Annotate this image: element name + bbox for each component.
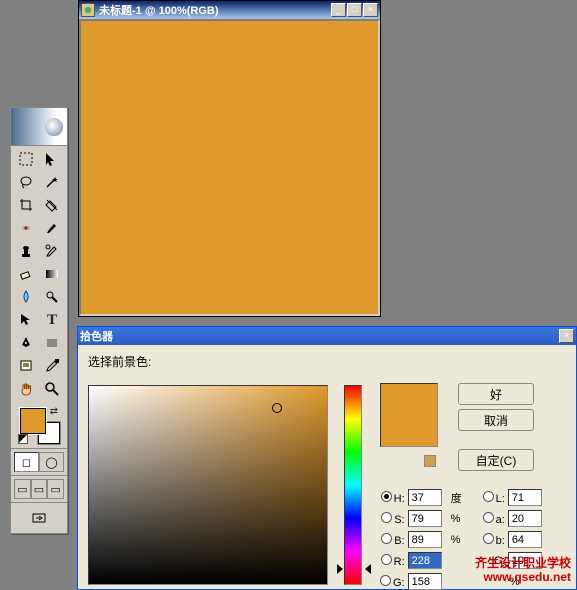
wand-tool[interactable]	[40, 171, 65, 193]
jump-to-button[interactable]	[27, 507, 52, 529]
move-tool[interactable]	[40, 148, 65, 170]
a-input[interactable]	[508, 510, 542, 527]
g-radio[interactable]	[380, 575, 391, 586]
slice-tool[interactable]	[40, 194, 65, 216]
dodge-tool[interactable]	[40, 286, 65, 308]
new-color	[381, 384, 437, 415]
crop-tool[interactable]	[13, 194, 38, 216]
b2-input[interactable]	[508, 531, 542, 548]
b2-radio[interactable]	[483, 533, 494, 544]
foreground-swatch[interactable]	[20, 408, 46, 434]
r-input[interactable]	[408, 552, 442, 569]
cancel-button[interactable]: 取消	[458, 409, 534, 431]
sv-marker[interactable]	[272, 403, 282, 413]
default-colors-icon[interactable]	[18, 434, 28, 444]
custom-button[interactable]: 自定(C)	[458, 449, 534, 471]
tools-palette: T ⇄ ◻ ◯ ▭ ▭ ▭	[10, 107, 68, 534]
lasso-tool[interactable]	[13, 171, 38, 193]
app-icon	[81, 3, 95, 17]
ok-button[interactable]: 好	[458, 383, 534, 405]
watermark: 齐生设计职业学校 www.qsedu.net	[475, 556, 571, 584]
document-titlebar[interactable]: 未标题-1 @ 100%(RGB) _ □ ×	[79, 1, 380, 19]
r-radio[interactable]	[381, 554, 392, 565]
h-input[interactable]	[408, 489, 442, 506]
b-input[interactable]	[408, 531, 442, 548]
a-radio[interactable]	[483, 512, 494, 523]
gradient-tool[interactable]	[40, 263, 65, 285]
standard-mode-button[interactable]: ◻	[14, 452, 39, 472]
document-window: 未标题-1 @ 100%(RGB) _ □ ×	[78, 0, 381, 317]
blur-tool[interactable]	[13, 286, 38, 308]
l-radio[interactable]	[483, 491, 494, 502]
picker-title: 拾色器	[80, 328, 559, 344]
history-brush-tool[interactable]	[40, 240, 65, 262]
minimize-button[interactable]: _	[331, 3, 346, 17]
pen-tool[interactable]	[13, 332, 38, 354]
stamp-tool[interactable]	[13, 240, 38, 262]
eraser-tool[interactable]	[13, 263, 38, 285]
color-picker-dialog: 拾色器 × 选择前景色: 好 取消	[77, 326, 577, 590]
notes-tool[interactable]	[13, 355, 38, 377]
shape-tool[interactable]	[40, 332, 65, 354]
hue-slider[interactable]	[344, 385, 362, 585]
websafe-icon[interactable]	[424, 455, 436, 467]
h-radio[interactable]	[381, 491, 392, 502]
s-radio[interactable]	[381, 512, 392, 523]
eyedropper-tool[interactable]	[40, 355, 65, 377]
tools-header[interactable]	[11, 108, 67, 146]
hand-tool[interactable]	[13, 378, 38, 400]
quickmask-mode-button[interactable]: ◯	[39, 452, 64, 472]
heal-tool[interactable]	[13, 217, 38, 239]
swap-colors-icon[interactable]: ⇄	[50, 406, 58, 417]
canvas[interactable]	[79, 19, 380, 316]
color-swatches: ⇄	[18, 406, 60, 444]
zoom-tool[interactable]	[40, 378, 65, 400]
document-title: 未标题-1 @ 100%(RGB)	[99, 2, 331, 18]
l-input[interactable]	[508, 489, 542, 506]
picker-close-button[interactable]: ×	[559, 329, 574, 343]
hue-thumb[interactable]	[339, 564, 369, 574]
close-button[interactable]: ×	[363, 3, 378, 17]
maximize-button[interactable]: □	[347, 3, 362, 17]
screen-full-menu-button[interactable]: ▭	[31, 479, 48, 499]
screen-full-button[interactable]: ▭	[47, 479, 64, 499]
current-color[interactable]	[381, 415, 437, 446]
brush-tool[interactable]	[40, 217, 65, 239]
g-input[interactable]	[408, 573, 442, 590]
picker-label: 选择前景色:	[88, 353, 151, 370]
marquee-tool[interactable]	[13, 148, 38, 170]
screen-standard-button[interactable]: ▭	[14, 479, 31, 499]
saturation-value-field[interactable]	[88, 385, 328, 585]
color-preview	[380, 383, 438, 447]
s-input[interactable]	[408, 510, 442, 527]
picker-titlebar[interactable]: 拾色器 ×	[78, 327, 576, 345]
path-select-tool[interactable]	[13, 309, 38, 331]
b-radio[interactable]	[381, 533, 392, 544]
type-tool[interactable]: T	[40, 309, 65, 331]
